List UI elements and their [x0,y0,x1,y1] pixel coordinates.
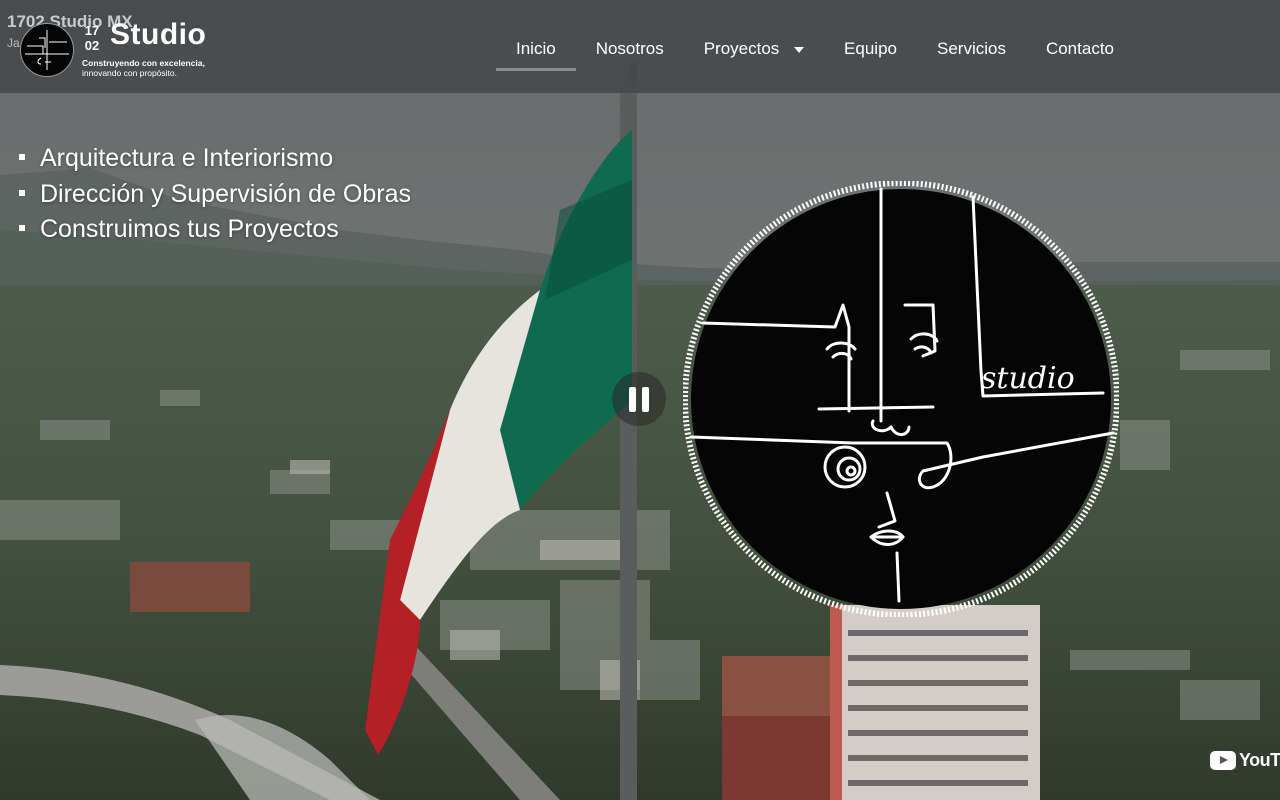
nav-label: Nosotros [595,39,664,58]
nav-item-inicio[interactable]: Inicio [496,0,576,93]
main-nav: Inicio Nosotros Proyectos Equipo Servici… [496,0,1134,93]
service-label: Construimos tus Proyectos [40,215,339,243]
pause-icon [629,387,636,412]
site-header: 1702 Studio MX Ja... ...sio 17 02 Studio… [0,0,1280,93]
service-label: Arquitectura e Interiorismo [40,144,334,172]
nav-item-nosotros[interactable]: Nosotros [576,0,684,93]
studio-emblem: studio [682,180,1120,618]
square-bullet-icon [19,189,25,196]
nav-label: Servicios [936,39,1006,58]
logo-wordmark: Studio [110,18,207,51]
logo-badge-icon [20,23,74,77]
nav-item-equipo[interactable]: Equipo [824,0,917,93]
youtube-play-icon [1210,751,1236,770]
nav-label: Inicio [516,39,556,58]
service-item: Construimos tus Proyectos [19,212,411,248]
logo-tagline-line1: Construyendo con excelencia, [82,58,205,68]
logo-number: 17 02 [82,23,102,53]
services-list: Arquitectura e Interiorismo Dirección y … [19,141,411,248]
pause-button[interactable] [612,372,666,426]
square-bullet-icon [19,154,25,161]
nav-label: Equipo [844,39,897,58]
service-item: Dirección y Supervisión de Obras [19,177,411,213]
square-bullet-icon [19,225,25,232]
logo-tagline-line2: innovando con propósito. [82,68,177,78]
service-item: Arquitectura e Interiorismo [19,141,411,177]
logo-number-bottom: 02 [84,38,100,53]
service-label: Dirección y Supervisión de Obras [40,179,411,208]
pause-icon [642,387,649,412]
caret-down-icon [794,46,805,53]
nav-item-servicios[interactable]: Servicios [917,0,1026,93]
nav-label: Proyectos [703,39,780,58]
emblem-script-text: studio [981,361,1075,396]
youtube-watermark[interactable]: YouTube [1210,750,1280,776]
nav-label: Contacto [1045,39,1114,58]
youtube-wordmark: YouTube [1239,750,1280,770]
nav-item-contacto[interactable]: Contacto [1026,0,1134,93]
nav-item-proyectos[interactable]: Proyectos [684,0,824,93]
site-logo[interactable]: 17 02 Studio Construyendo con excelencia… [20,18,220,78]
logo-number-top: 17 [84,23,100,38]
